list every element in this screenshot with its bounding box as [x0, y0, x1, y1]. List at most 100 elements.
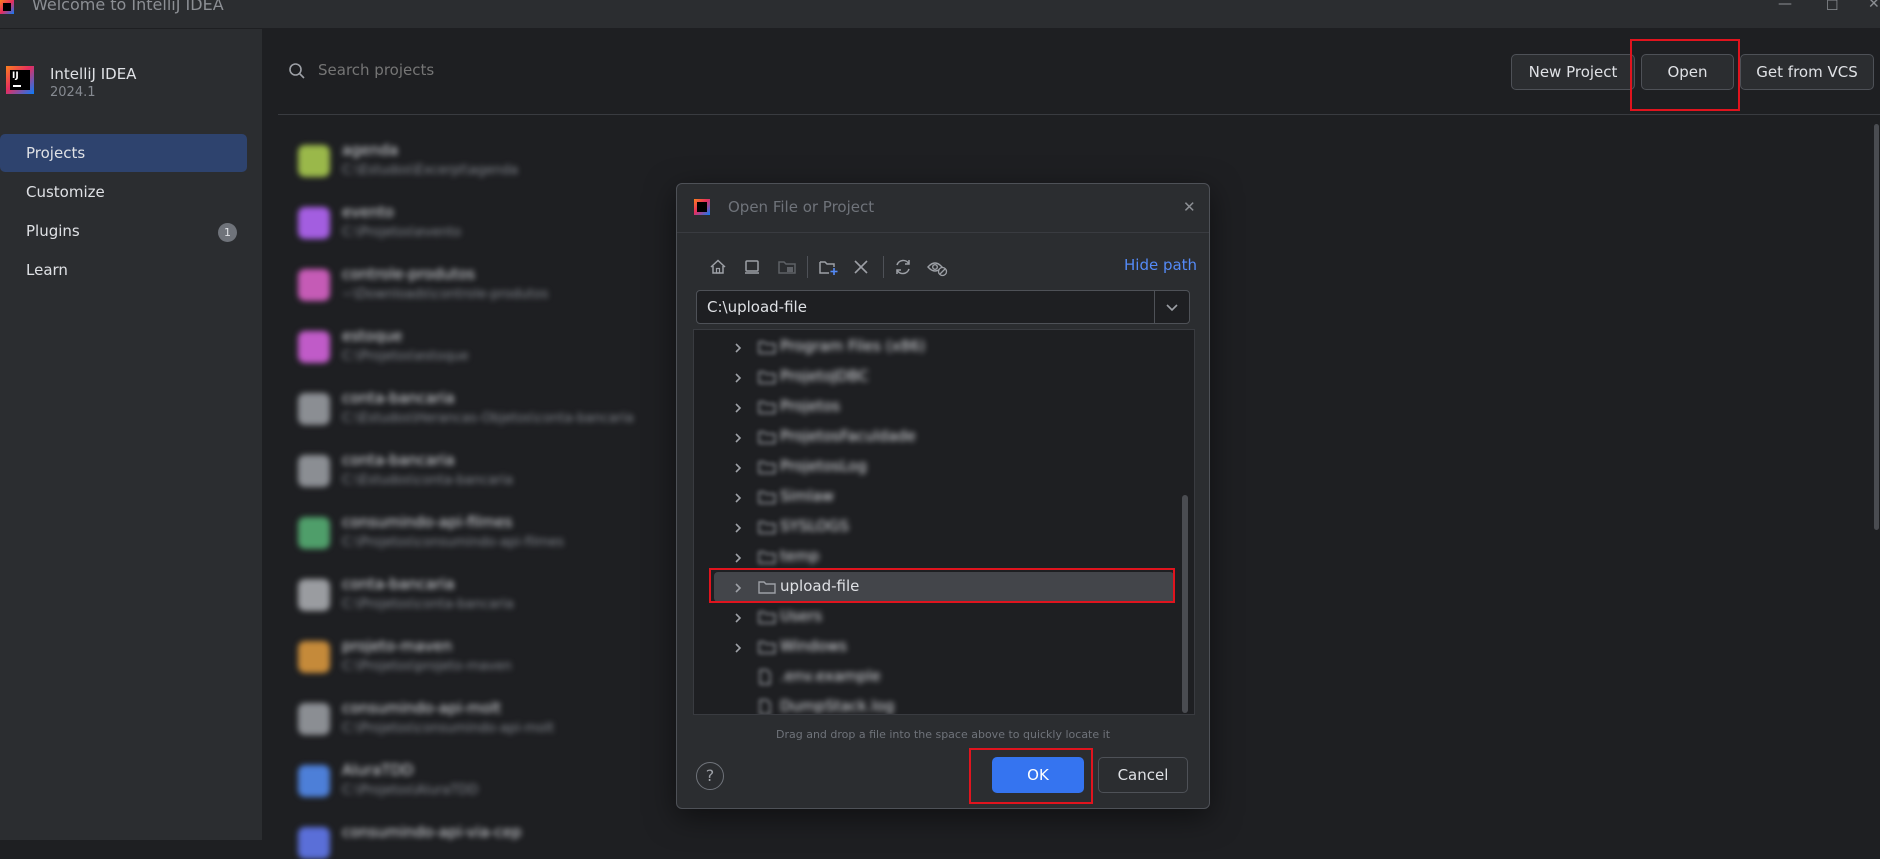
project-avatar-icon [298, 517, 330, 549]
tree-folder-item[interactable]: Users [694, 602, 1192, 632]
sidebar-item-learn[interactable]: Learn [0, 251, 247, 289]
delete-icon[interactable] [850, 256, 872, 278]
tree-file-item[interactable]: .env.example [694, 662, 1192, 692]
tree-item-label: SYSLOGS [780, 517, 849, 535]
refresh-icon[interactable] [892, 256, 914, 278]
project-avatar-icon [298, 269, 330, 301]
project-path: C:\Projetos\consumindo-api-filmes [342, 535, 565, 550]
sidebar-item-projects[interactable]: Projects [0, 134, 247, 172]
sidebar: IJ IntelliJ IDEA 2024.1 Projects Customi… [0, 29, 262, 840]
file-tree[interactable]: Program Files (x86) ProjetoJDBC Projetos Pr… [693, 329, 1195, 715]
cancel-button[interactable]: Cancel [1098, 757, 1188, 793]
desktop-icon[interactable] [741, 256, 763, 278]
file-icon [758, 669, 772, 689]
search-projects-input[interactable] [316, 60, 720, 80]
project-folder-icon [778, 261, 796, 274]
tree-item-label: ProjetoJDBC [780, 367, 869, 385]
open-file-dialog: Open File or Project ✕ Hide path C:\uplo… [676, 183, 1210, 809]
path-field[interactable] [696, 290, 1190, 324]
project-avatar-icon [298, 827, 330, 859]
chevron-right-icon[interactable] [732, 460, 744, 479]
chevron-right-icon[interactable] [732, 340, 744, 359]
path-input[interactable] [705, 297, 1149, 317]
chevron-right-icon[interactable] [732, 430, 744, 449]
tree-item-label: Windows [780, 637, 847, 655]
tree-item-label: Program Files (x86) [780, 337, 926, 355]
project-avatar-icon [298, 765, 330, 797]
tree-folder-item[interactable]: ProjetoJDBC [694, 362, 1192, 392]
project-name: consumindo-api-molt [342, 699, 502, 717]
tree-folder-item[interactable]: Projetos [694, 392, 1192, 422]
open-button[interactable]: Open [1641, 54, 1734, 90]
get-from-vcs-button[interactable]: Get from VCS [1740, 54, 1874, 90]
hide-path-link[interactable]: Hide path [1124, 256, 1197, 274]
tree-item-label: ProjetosFaculdade [780, 427, 916, 445]
project-name: projeto-maven [342, 637, 453, 655]
path-history-dropdown[interactable] [1154, 291, 1189, 323]
project-path: C:\Projetos\projeto-maven [342, 659, 512, 674]
new-folder-icon[interactable] [817, 256, 839, 278]
header-divider [278, 114, 1880, 115]
plugins-update-badge: 1 [218, 223, 237, 242]
project-name: evento [342, 203, 394, 221]
project-avatar-icon [298, 703, 330, 735]
project-name: AluraTDD [342, 761, 414, 779]
project-avatar-icon [298, 331, 330, 363]
home-icon[interactable] [707, 256, 729, 278]
sidebar-item-plugins[interactable]: Plugins 1 [0, 212, 247, 250]
ok-button[interactable]: OK [992, 757, 1084, 793]
tree-folder-item[interactable]: ProjetosLog [694, 452, 1192, 482]
maximize-icon[interactable]: ☐ [1826, 0, 1839, 14]
app-name: IntelliJ IDEA [50, 65, 137, 83]
sidebar-item-label: Learn [26, 261, 68, 279]
tree-item-label: Users [780, 607, 823, 625]
close-icon[interactable]: ✕ [1868, 0, 1880, 12]
folder-icon [758, 399, 776, 419]
tree-folder-item[interactable]: Windows [694, 632, 1192, 662]
drag-drop-hint: Drag and drop a file into the space abov… [775, 728, 1111, 741]
tree-item-label: ProjetosLog [780, 457, 867, 475]
chevron-right-icon[interactable] [732, 610, 744, 629]
folder-icon [758, 639, 776, 659]
intellij-logo-icon: IJ [6, 66, 34, 94]
projects-scrollbar[interactable] [1874, 124, 1879, 530]
project-name: conta-bancaria [342, 575, 455, 593]
project-name: consumindo-api-via-cep [342, 823, 522, 841]
intellij-icon [0, 0, 14, 14]
chevron-right-icon[interactable] [732, 580, 744, 599]
tree-folder-item[interactable]: SYSLOGS [694, 512, 1192, 542]
tree-folder-item[interactable]: Simlaw [694, 482, 1192, 512]
chevron-right-icon[interactable] [732, 640, 744, 659]
project-name: agenda [342, 141, 399, 159]
tree-folder-item[interactable]: upload-file [714, 572, 1174, 602]
sidebar-item-label: Customize [26, 183, 105, 201]
project-path: C:\Estudos\Excerpt\agenda [342, 163, 519, 178]
tree-file-item[interactable]: DumpStack.log [694, 692, 1192, 714]
project-name: consumindo-api-filmes [342, 513, 513, 531]
chevron-right-icon[interactable] [732, 370, 744, 389]
minimize-icon[interactable]: — [1778, 0, 1792, 12]
dialog-close-icon[interactable]: ✕ [1183, 198, 1196, 216]
new-project-button[interactable]: New Project [1511, 54, 1635, 90]
project-path: C:\Projetos\consumindo-api-molt [342, 721, 555, 736]
help-button[interactable]: ? [696, 762, 724, 790]
tree-folder-item[interactable]: ProjetosFaculdade [694, 422, 1192, 452]
chevron-right-icon[interactable] [732, 520, 744, 539]
show-hidden-files-icon[interactable] [926, 256, 948, 278]
folder-icon [758, 459, 776, 479]
folder-icon [758, 369, 776, 389]
project-name: conta-bancaria [342, 451, 455, 469]
project-avatar-icon [298, 579, 330, 611]
toolbar-separator [883, 256, 884, 278]
tree-item-label: Projetos [780, 397, 841, 415]
app-version: 2024.1 [50, 85, 96, 100]
project-path: C:\Projetos\AluraTDD [342, 783, 479, 798]
project-path: C:\Projetos\evento [342, 225, 462, 240]
chevron-right-icon[interactable] [732, 490, 744, 509]
tree-folder-item[interactable]: Program Files (x86) [694, 332, 1192, 362]
project-name: controle-produtos [342, 265, 476, 283]
chevron-right-icon[interactable] [732, 550, 744, 569]
sidebar-item-customize[interactable]: Customize [0, 173, 247, 211]
tree-folder-item[interactable]: temp [694, 542, 1192, 572]
chevron-right-icon[interactable] [732, 400, 744, 419]
